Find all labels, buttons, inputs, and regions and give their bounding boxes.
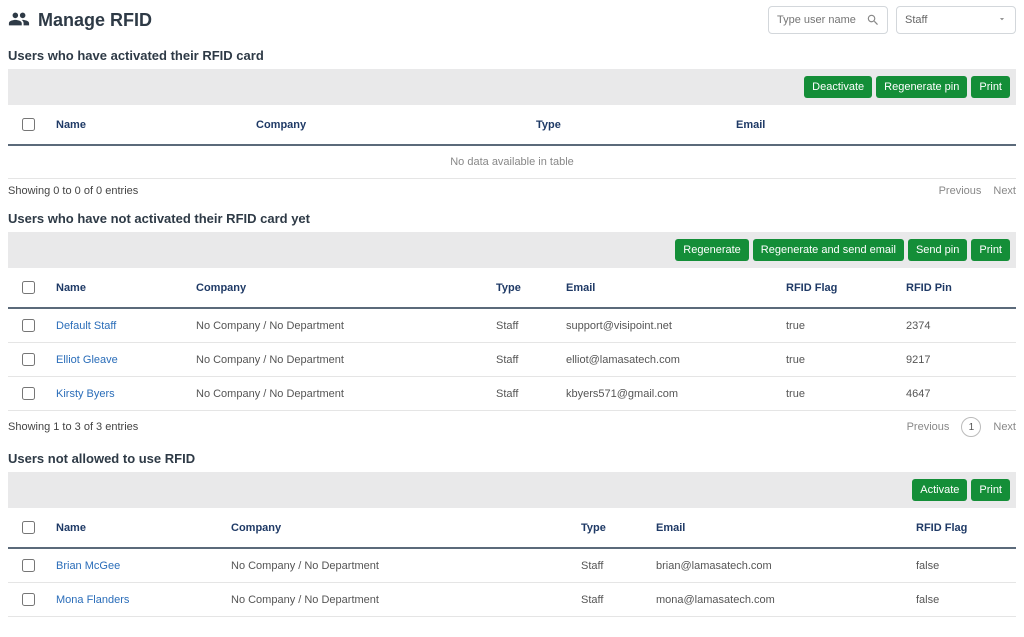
select-all-s3[interactable] — [22, 521, 35, 534]
send-pin-button[interactable]: Send pin — [908, 239, 967, 261]
cell-company: No Company / No Department — [188, 308, 488, 343]
regenerate-send-button[interactable]: Regenerate and send email — [753, 239, 904, 261]
regenerate-pin-button[interactable]: Regenerate pin — [876, 76, 967, 98]
role-filter-value: Staff — [905, 14, 927, 26]
table-row: Elliot Gleave No Company / No DepartmentS… — [8, 343, 1016, 377]
cell-company: No Company / No Department — [223, 583, 573, 617]
cell-pin: 2374 — [898, 308, 1016, 343]
row-checkbox[interactable] — [22, 593, 35, 606]
section2-title: Users who have not activated their RFID … — [8, 211, 1016, 226]
select-all-s2[interactable] — [22, 281, 35, 294]
col-company-s2[interactable]: Company — [188, 268, 488, 308]
col-company[interactable]: Company — [248, 105, 528, 145]
select-all-s1[interactable] — [22, 118, 35, 131]
col-type[interactable]: Type — [528, 105, 728, 145]
cell-flag: true — [778, 377, 898, 411]
section1-toolbar: Deactivate Regenerate pin Print — [8, 69, 1016, 105]
cell-flag: true — [778, 308, 898, 343]
col-type-s2[interactable]: Type — [488, 268, 558, 308]
users-icon — [8, 8, 30, 33]
deactivate-button[interactable]: Deactivate — [804, 76, 872, 98]
row-checkbox[interactable] — [22, 387, 35, 400]
page-title-block: Manage RFID — [8, 8, 152, 33]
col-name[interactable]: Name — [48, 105, 248, 145]
entries-info-s2: Showing 1 to 3 of 3 entries — [8, 421, 138, 433]
cell-flag: true — [778, 343, 898, 377]
table-row: Mona Flanders No Company / No DepartmentS… — [8, 583, 1016, 617]
row-checkbox[interactable] — [22, 353, 35, 366]
row-checkbox[interactable] — [22, 319, 35, 332]
row-checkbox[interactable] — [22, 559, 35, 572]
col-type-s3[interactable]: Type — [573, 508, 648, 548]
activated-table: Name Company Type Email No data availabl… — [8, 105, 1016, 179]
cell-flag: false — [908, 583, 1016, 617]
cell-type: Staff — [573, 548, 648, 583]
table-row: Default Staff No Company / No DepartmentS… — [8, 308, 1016, 343]
col-email[interactable]: Email — [728, 105, 1016, 145]
entries-info-s1: Showing 0 to 0 of 0 entries — [8, 185, 138, 197]
regenerate-button[interactable]: Regenerate — [675, 239, 749, 261]
cell-company: No Company / No Department — [188, 377, 488, 411]
table-row: Kirsty Byers No Company / No DepartmentSt… — [8, 377, 1016, 411]
search-wrap — [768, 6, 888, 34]
not-activated-table: Name Company Type Email RFID Flag RFID P… — [8, 268, 1016, 411]
cell-type: Staff — [573, 583, 648, 617]
role-filter-dropdown[interactable]: Staff — [896, 6, 1016, 34]
table-row: Brian McGee No Company / No DepartmentSta… — [8, 548, 1016, 583]
empty-message: No data available in table — [8, 145, 1016, 179]
user-name-link[interactable]: Brian McGee — [56, 560, 120, 572]
cell-pin: 9217 — [898, 343, 1016, 377]
cell-email: support@visipoint.net — [558, 308, 778, 343]
print-button-s1[interactable]: Print — [971, 76, 1010, 98]
col-company-s3[interactable]: Company — [223, 508, 573, 548]
col-email-s3[interactable]: Email — [648, 508, 908, 548]
user-name-link[interactable]: Mona Flanders — [56, 594, 129, 606]
cell-company: No Company / No Department — [223, 548, 573, 583]
cell-type: Staff — [488, 343, 558, 377]
section1-title: Users who have activated their RFID card — [8, 48, 1016, 63]
section3-title: Users not allowed to use RFID — [8, 451, 1016, 466]
cell-type: Staff — [488, 377, 558, 411]
prev-s1[interactable]: Previous — [939, 185, 982, 197]
cell-company: No Company / No Department — [188, 343, 488, 377]
col-pin-s2[interactable]: RFID Pin — [898, 268, 1016, 308]
section3-toolbar: Activate Print — [8, 472, 1016, 508]
col-flag-s2[interactable]: RFID Flag — [778, 268, 898, 308]
cell-email: elliot@lamasatech.com — [558, 343, 778, 377]
cell-type: Staff — [488, 308, 558, 343]
col-name-s2[interactable]: Name — [48, 268, 188, 308]
print-button-s2[interactable]: Print — [971, 239, 1010, 261]
chevron-down-icon — [997, 14, 1007, 27]
page-number[interactable]: 1 — [961, 417, 981, 437]
activate-button[interactable]: Activate — [912, 479, 967, 501]
cell-flag: false — [908, 548, 1016, 583]
cell-email: mona@lamasatech.com — [648, 583, 908, 617]
cell-email: kbyers571@gmail.com — [558, 377, 778, 411]
print-button-s3[interactable]: Print — [971, 479, 1010, 501]
next-s2[interactable]: Next — [993, 421, 1016, 433]
page-title: Manage RFID — [38, 10, 152, 31]
col-name-s3[interactable]: Name — [48, 508, 223, 548]
col-flag-s3[interactable]: RFID Flag — [908, 508, 1016, 548]
user-name-link[interactable]: Elliot Gleave — [56, 354, 118, 366]
user-name-link[interactable]: Default Staff — [56, 320, 116, 332]
next-s1[interactable]: Next — [993, 185, 1016, 197]
cell-pin: 4647 — [898, 377, 1016, 411]
prev-s2[interactable]: Previous — [907, 421, 950, 433]
cell-email: brian@lamasatech.com — [648, 548, 908, 583]
user-name-link[interactable]: Kirsty Byers — [56, 388, 115, 400]
section2-toolbar: Regenerate Regenerate and send email Sen… — [8, 232, 1016, 268]
col-email-s2[interactable]: Email — [558, 268, 778, 308]
not-allowed-table: Name Company Type Email RFID Flag Brian … — [8, 508, 1016, 617]
